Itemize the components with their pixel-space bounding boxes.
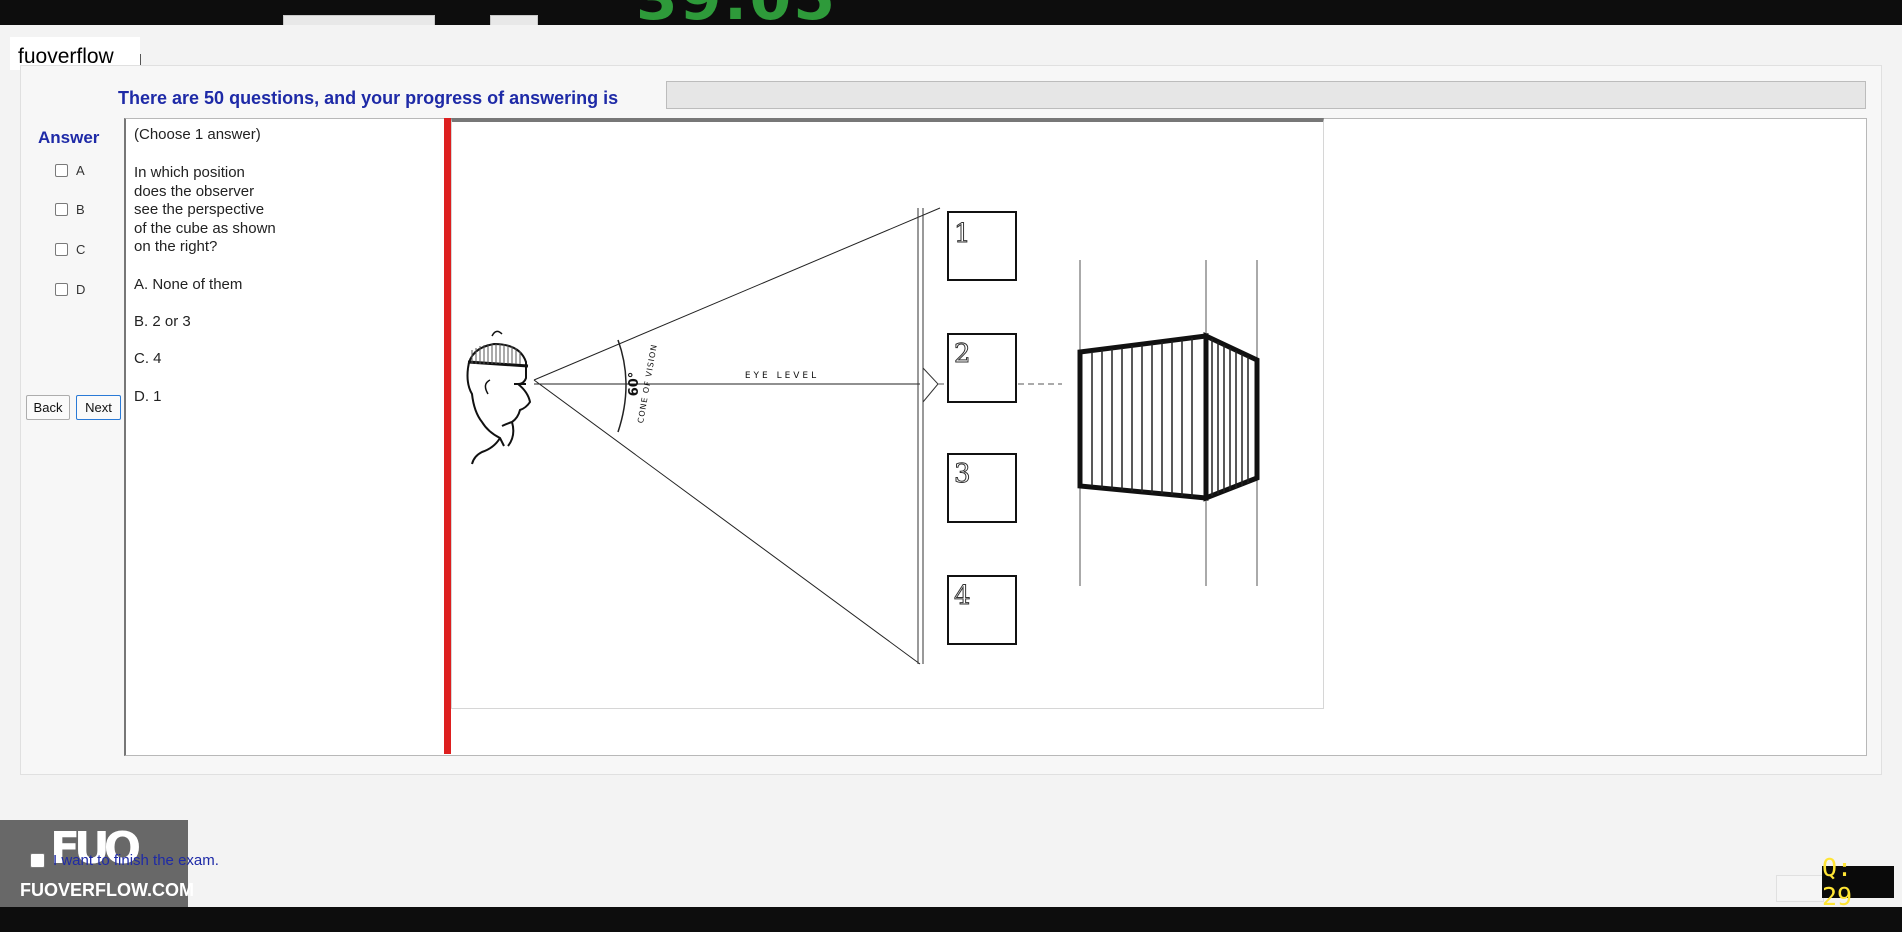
plane-arrow <box>922 367 939 403</box>
progress-bar <box>666 81 1866 109</box>
observer-icon <box>466 330 532 465</box>
option-d-label: D <box>76 282 86 297</box>
choice-a: A. None of them <box>134 276 243 293</box>
option-c-label: C <box>76 242 86 257</box>
countdown-timer: 39:05 <box>636 0 837 25</box>
cube-drawing <box>1077 260 1260 586</box>
bottom-bar <box>0 907 1902 932</box>
option-b-checkbox[interactable] <box>55 203 68 216</box>
question-counter-box <box>1776 875 1824 902</box>
cone-of-vision <box>533 207 941 665</box>
progress-label: There are 50 questions, and your progres… <box>118 88 619 108</box>
option-d-checkbox[interactable] <box>55 283 68 296</box>
angle-arc <box>617 339 627 433</box>
top-combo[interactable] <box>283 15 435 25</box>
angle-label: 60° <box>627 372 642 397</box>
option-d[interactable]: D <box>55 282 85 297</box>
finish-exam-option[interactable]: I want to finish the exam. <box>30 852 219 869</box>
position-number: 3 <box>954 459 971 489</box>
option-a-checkbox[interactable] <box>55 164 68 177</box>
position-number: 2 <box>954 339 971 369</box>
question-instruction: (Choose 1 answer) <box>134 126 261 143</box>
logo-site: FUOVERFLOW.COM <box>20 880 194 900</box>
perspective-drawing: 60° CONE OF VISION EYE LEVEL 1 2 3 4 <box>466 207 1260 665</box>
position-boxes <box>947 211 1017 645</box>
stem-line: does the observer <box>134 182 255 200</box>
question-stem: In which position does the observer see … <box>134 164 314 257</box>
choice-b: B. 2 or 3 <box>134 313 191 330</box>
option-b-label: B <box>76 202 85 217</box>
option-c[interactable]: C <box>55 242 85 257</box>
stem-line: on the right? <box>134 238 218 255</box>
next-button[interactable]: Next <box>76 395 121 420</box>
stem-line: of the cube as shown <box>134 219 276 237</box>
choice-c: C. 4 <box>134 350 162 367</box>
stem-line: In which position <box>134 164 245 181</box>
position-number: 1 <box>954 219 971 249</box>
option-b[interactable]: B <box>55 202 85 217</box>
choice-d: D. 1 <box>134 388 162 405</box>
top-spinner[interactable] <box>490 15 538 25</box>
finish-exam-checkbox[interactable] <box>30 853 45 868</box>
question-figure: 60° CONE OF VISION EYE LEVEL 1 2 3 4 <box>451 118 1324 709</box>
back-button[interactable]: Back <box>26 395 70 420</box>
stem-line: see the perspective <box>134 201 265 218</box>
option-a[interactable]: A <box>55 163 85 178</box>
answer-title: Answer <box>38 128 100 147</box>
top-bar: 39:05 <box>0 0 1902 25</box>
picture-plane <box>917 208 924 664</box>
option-c-checkbox[interactable] <box>55 243 68 256</box>
eye-level-label: EYE LEVEL <box>745 371 819 381</box>
finish-exam-label: I want to finish the exam. <box>53 852 219 869</box>
question-number-badge: Q: 29 <box>1822 853 1894 911</box>
splitter-bar[interactable] <box>444 118 451 754</box>
position-number: 4 <box>954 581 971 611</box>
option-a-label: A <box>76 163 85 178</box>
